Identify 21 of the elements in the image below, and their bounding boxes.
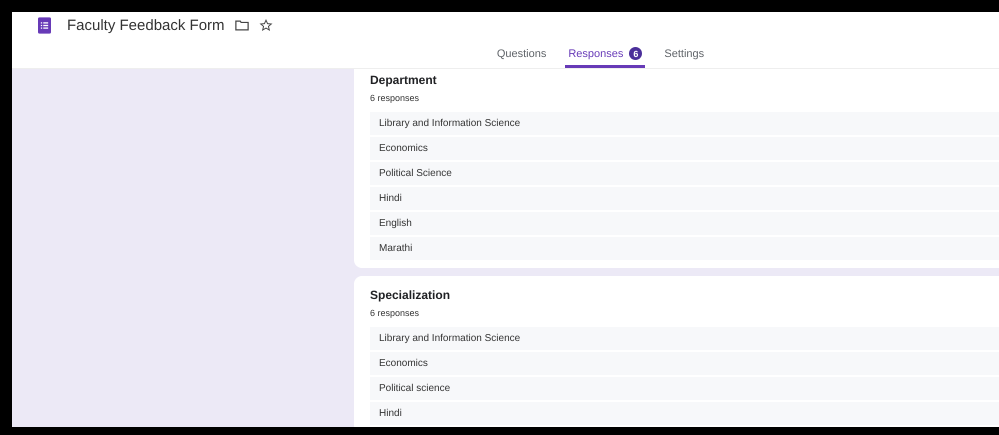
- folder-icon[interactable]: [234, 18, 249, 32]
- form-logo-icon[interactable]: [38, 16, 51, 34]
- question-title: Department: [370, 73, 438, 87]
- star-icon[interactable]: [258, 18, 273, 32]
- response-row: Hindi: [370, 187, 999, 210]
- response-row: Library and Information Science: [370, 327, 999, 350]
- response-row: Library and Information Science: [370, 112, 999, 135]
- response-row: Marathi: [370, 237, 999, 260]
- response-count: 6 responses: [370, 308, 420, 318]
- response-row: Political science: [370, 377, 999, 400]
- response-row: Economics: [370, 137, 999, 160]
- response-count: 6 responses: [370, 93, 420, 103]
- response-row: Hindi: [370, 402, 999, 425]
- response-row: Economics: [370, 352, 999, 375]
- response-row: English: [370, 212, 999, 235]
- tab[interactable]: Questions: [494, 48, 550, 68]
- tab[interactable]: Settings: [661, 48, 708, 68]
- count-badge: 6: [629, 47, 642, 60]
- question-title: Specialization: [370, 288, 452, 302]
- response-row: Political Science: [370, 162, 999, 185]
- form-title[interactable]: Faculty Feedback Form: [67, 16, 225, 34]
